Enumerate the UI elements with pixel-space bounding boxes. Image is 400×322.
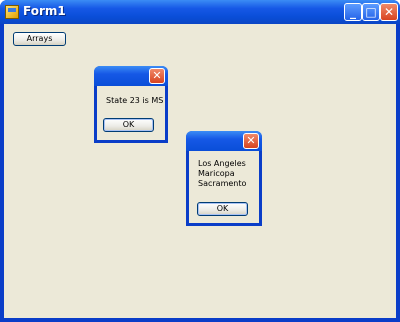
- ok-button[interactable]: OK: [197, 202, 248, 216]
- dialog-line: Sacramento: [198, 179, 247, 188]
- message-dialog-cities: ✕ Los Angeles Maricopa Sacramento OK: [186, 131, 262, 226]
- close-icon: ✕: [246, 134, 256, 147]
- dialog-message: State 23 is MS: [106, 96, 164, 105]
- ok-button[interactable]: OK: [103, 118, 154, 132]
- dialog-close-button[interactable]: ✕: [243, 133, 259, 149]
- window-title: Form1: [23, 4, 66, 18]
- main-window: Form1 _ □ ✕ Arrays ✕ State 23 is MS OK ✕: [0, 0, 400, 322]
- arrays-button[interactable]: Arrays: [13, 32, 66, 46]
- close-button[interactable]: ✕: [380, 3, 398, 21]
- maximize-icon: □: [365, 5, 377, 19]
- form-client-area: Arrays ✕ State 23 is MS OK ✕ Los Angeles…: [4, 24, 396, 318]
- app-icon: [5, 5, 19, 19]
- dialog-close-button[interactable]: ✕: [149, 68, 165, 84]
- message-dialog-state: ✕ State 23 is MS OK: [94, 66, 168, 143]
- dialog-body: Los Angeles Maricopa Sacramento OK: [189, 151, 259, 223]
- minimize-button[interactable]: _: [344, 3, 362, 21]
- minimize-icon: _: [350, 5, 356, 19]
- dialog-line: Maricopa: [198, 169, 235, 178]
- close-icon: ✕: [152, 69, 162, 82]
- dialog-body: State 23 is MS OK: [97, 86, 165, 140]
- maximize-button[interactable]: □: [362, 3, 380, 21]
- title-bar[interactable]: Form1 _ □ ✕: [0, 0, 400, 24]
- close-icon: ✕: [383, 5, 395, 19]
- dialog-line: Los Angeles: [198, 159, 246, 168]
